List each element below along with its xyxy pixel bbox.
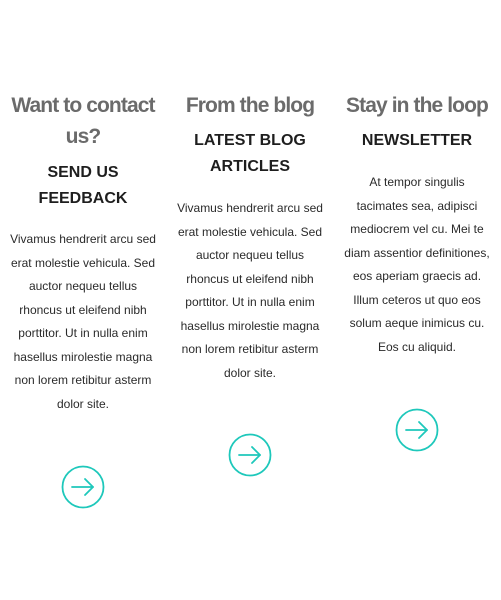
arrow-right-circle-icon [395,408,439,452]
contact-arrow-button[interactable] [61,465,105,509]
blog-subheading: LATEST BLOG ARTICLES [194,132,306,175]
feedback-subheading: SEND US FEEDBACK [38,164,128,207]
arrow-right-circle-icon [228,433,272,477]
newsletter-subheading: NEWSLETTER [361,132,473,149]
newsletter-arrow-button[interactable] [395,408,439,452]
newsletter-heading: Stay in the loop [346,94,489,117]
newsletter-body-text: At tempor singulis tacimates sea, adipis… [344,175,490,354]
blog-body-text: Vivamus hendrerit arcu sed erat molestie… [177,201,323,380]
arrow-right-circle-icon [61,465,105,509]
blog-heading: From the blog [185,94,315,117]
blog-arrow-button[interactable] [228,433,272,477]
contact-body-text: Vivamus hendrerit arcu sed erat molestie… [10,232,156,411]
contact-heading: Want to contact us? [11,94,155,148]
